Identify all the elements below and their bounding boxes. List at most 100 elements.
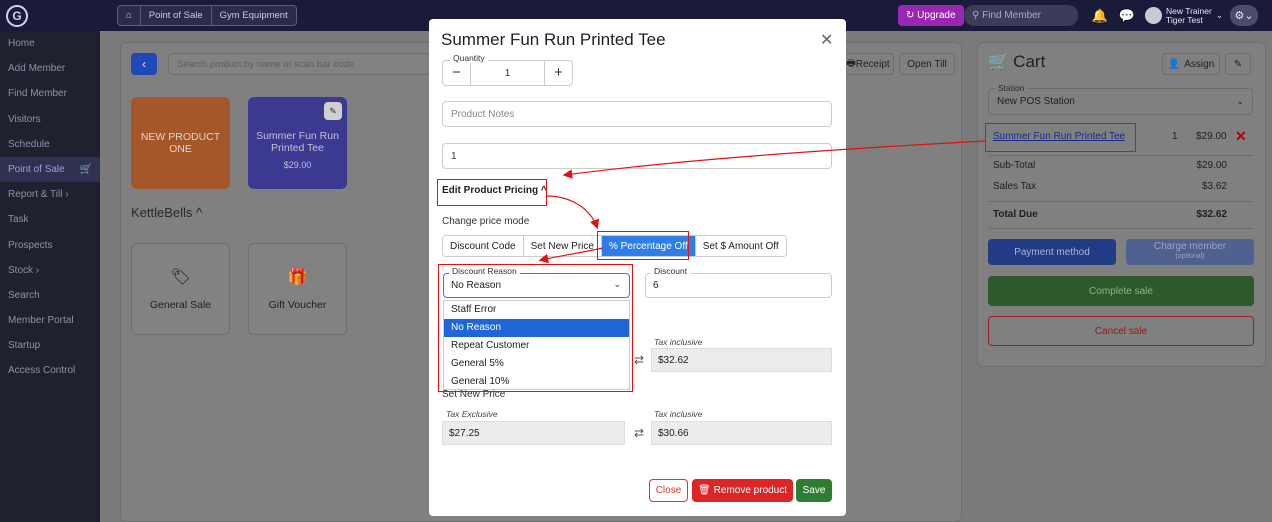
edit-product-pricing-toggle[interactable]: Edit Product Pricing ^ <box>442 185 547 196</box>
mode-discount-code[interactable]: Discount Code <box>443 236 524 256</box>
back-button[interactable]: ‹ <box>131 53 157 75</box>
tax-value: $3.62 <box>1201 181 1227 192</box>
bell-icon[interactable]: 🔔 <box>1090 6 1110 26</box>
sidebar-item-search[interactable]: Search <box>0 283 100 308</box>
user-menu[interactable]: New Trainer Tiger Test ⌄ <box>1145 5 1223 26</box>
breadcrumb-gym-equipment[interactable]: Gym Equipment <box>212 6 296 25</box>
sidebar-item-startup[interactable]: Startup <box>0 333 100 358</box>
charge-member-button[interactable]: Charge member (optional) <box>1126 239 1254 265</box>
chat-icon[interactable]: 💬 <box>1117 6 1137 26</box>
product-tile-name: Summer Fun Run Printed Tee <box>256 130 339 154</box>
assign-label: Assign <box>1184 58 1215 70</box>
product-tile-summer-tee[interactable]: ✎ Summer Fun Run Printed Tee $29.00 <box>248 97 347 189</box>
discount-input[interactable]: Discount 6 <box>645 266 832 298</box>
tile-general-sale[interactable]: 🏷 General Sale <box>131 243 230 335</box>
chevron-down-icon: ⌄ <box>1236 96 1244 106</box>
tile-gift-voucher[interactable]: 🎁 Gift Voucher <box>248 243 347 335</box>
sidebar-item-stock[interactable]: Stock › <box>0 258 100 283</box>
reason-option-repeat-customer[interactable]: Repeat Customer <box>444 337 629 355</box>
tax-row: Sales Tax $3.62 <box>993 181 1227 192</box>
cart-item-price: $29.00 <box>1196 131 1227 142</box>
sidebar-item-report-till[interactable]: Report & Till › <box>0 182 100 207</box>
secondary-input[interactable]: 1 <box>442 143 832 169</box>
charge-sub: (optional) <box>1175 253 1205 260</box>
remove-product-button[interactable]: 🗑 Remove product <box>692 479 793 502</box>
divider <box>988 201 1253 202</box>
pencil-icon[interactable]: ✎ <box>324 102 342 120</box>
mode-amount-off[interactable]: Set $ Amount Off <box>695 236 786 256</box>
quantity-value[interactable]: 1 <box>471 68 544 79</box>
upgrade-button[interactable]: ↻ Upgrade <box>898 5 964 26</box>
discount-label: Discount <box>651 266 691 276</box>
product-tile-price: $29.00 <box>283 160 312 170</box>
sidebar-item-add-member[interactable]: Add Member <box>0 56 100 81</box>
user-sub: Tiger Test <box>1166 14 1203 25</box>
payment-method-button[interactable]: Payment method <box>988 239 1116 265</box>
sidebar: Home Add Member Find Member Visitors Sch… <box>0 31 100 522</box>
remove-item-icon[interactable]: ✕ <box>1235 128 1247 145</box>
receipt-button[interactable]: 🖶 Receipt <box>842 53 894 75</box>
mode-percentage-off[interactable]: % Percentage Off <box>601 236 696 256</box>
total-label: Total Due <box>993 209 1038 220</box>
station-value: New POS Station <box>997 96 1075 107</box>
sidebar-item-prospects[interactable]: Prospects <box>0 233 100 258</box>
sidebar-item-visitors[interactable]: Visitors <box>0 107 100 132</box>
edit-cart-button[interactable]: ✎ <box>1225 53 1251 75</box>
tile-label: General Sale <box>149 299 212 311</box>
modal-title: Summer Fun Run Printed Tee <box>441 30 666 49</box>
sidebar-item-schedule[interactable]: Schedule <box>0 132 100 157</box>
complete-sale-button[interactable]: Complete sale <box>988 276 1254 306</box>
reason-option-staff-error[interactable]: Staff Error <box>444 301 629 319</box>
swap-icon[interactable]: ⇄ <box>627 348 651 372</box>
set-new-price-label: Set New Price <box>442 389 506 400</box>
section-title-kettlebells[interactable]: KettleBells ^ <box>131 205 202 220</box>
quantity-label: Quantity <box>450 53 488 63</box>
product-tile-new-product-one[interactable]: NEW PRODUCT ONE <box>131 97 230 189</box>
pencil-icon: ✎ <box>1233 58 1243 70</box>
product-search-input[interactable]: Search product by name or scan bar code <box>168 53 430 75</box>
total-value: $32.62 <box>1196 209 1227 220</box>
cart-item-name-link[interactable]: Summer Fun Run Printed Tee <box>993 131 1125 142</box>
reason-option-general-5[interactable]: General 5% <box>444 355 629 373</box>
save-button[interactable]: Save <box>796 479 832 502</box>
sidebar-item-point-of-sale[interactable]: Point of Sale 🛒 <box>0 156 100 183</box>
discount-reason-value: No Reason <box>451 280 502 291</box>
settings-gear-icon[interactable]: ⚙⌄ <box>1230 5 1258 26</box>
cancel-sale-button[interactable]: Cancel sale <box>988 316 1254 346</box>
product-notes-input[interactable]: Product Notes <box>442 101 832 127</box>
tax-inclusive-label: Tax inclusive <box>654 337 703 347</box>
mode-set-new-price[interactable]: Set New Price <box>523 236 602 256</box>
close-icon[interactable]: ✕ <box>820 30 833 50</box>
sidebar-item-task[interactable]: Task <box>0 207 100 232</box>
station-select[interactable]: Station New POS Station ⌄ <box>988 83 1253 115</box>
breadcrumb-home-icon[interactable]: ⌂ <box>118 6 141 25</box>
sidebar-item-access-control[interactable]: Access Control <box>0 358 100 383</box>
sidebar-item-home[interactable]: Home <box>0 31 100 56</box>
total-row: Total Due $32.62 <box>993 209 1227 220</box>
discount-reason-select[interactable]: Discount Reason No Reason ⌄ <box>443 266 630 298</box>
divider <box>988 228 1253 229</box>
close-button[interactable]: Close <box>649 479 688 502</box>
quantity-stepper: Quantity − 1 + <box>442 53 573 86</box>
charge-label: Charge member <box>1153 241 1227 252</box>
user-icon: 👤 <box>1167 58 1181 70</box>
discount-reason-dropdown: Staff Error No Reason Repeat Customer Ge… <box>443 300 630 390</box>
tag-icon: 🏷 <box>170 269 191 286</box>
reason-option-no-reason[interactable]: No Reason <box>444 319 629 337</box>
breadcrumb-point-of-sale[interactable]: Point of Sale <box>141 6 212 25</box>
open-till-button[interactable]: Open Till <box>899 53 955 75</box>
discount-reason-label: Discount Reason <box>449 266 520 276</box>
minus-icon[interactable]: − <box>443 61 471 85</box>
find-member-input[interactable]: ⚲ Find Member <box>964 5 1078 26</box>
swap-icon[interactable]: ⇄ <box>627 421 651 445</box>
app-logo[interactable]: G <box>6 5 28 27</box>
sidebar-item-member-portal[interactable]: Member Portal <box>0 308 100 333</box>
cart-icon: 🛒 <box>988 52 1010 71</box>
assign-button[interactable]: 👤 Assign <box>1162 53 1220 75</box>
sidebar-item-find-member[interactable]: Find Member <box>0 81 100 106</box>
plus-icon[interactable]: + <box>544 61 572 85</box>
printer-icon: 🖶 <box>846 57 856 69</box>
avatar <box>1145 7 1162 24</box>
subtotal-label: Sub-Total <box>993 160 1036 171</box>
product-tile-name: NEW PRODUCT ONE <box>140 131 221 155</box>
